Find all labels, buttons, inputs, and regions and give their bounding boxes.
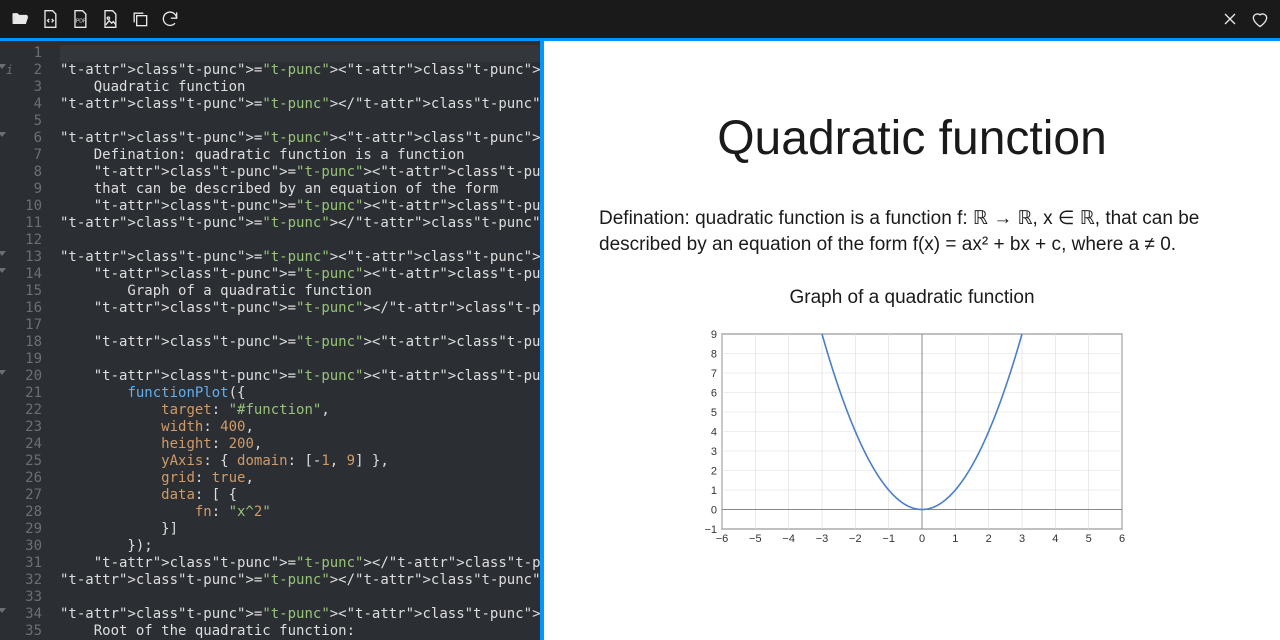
def-end: . xyxy=(1171,234,1176,255)
svg-text:PDF: PDF xyxy=(76,18,86,24)
def-prefix: Defination: quadratic function is a func… xyxy=(599,208,957,229)
function-plot: −6 −5 −4 −3 −2 −1 0 1 2 3 4 5 6 −1 0 1 2 3 4 5 6 7 8 9 xyxy=(692,329,1132,549)
svg-text:−1: −1 xyxy=(882,533,895,545)
svg-text:5: 5 xyxy=(711,407,717,419)
refresh-icon[interactable] xyxy=(160,9,180,29)
svg-text:9: 9 xyxy=(711,329,717,341)
code-file-icon[interactable] xyxy=(40,9,60,29)
svg-text:0: 0 xyxy=(919,533,925,545)
heart-icon[interactable] xyxy=(1250,9,1270,29)
svg-text:6: 6 xyxy=(1119,533,1125,545)
toolbar: PDF xyxy=(0,0,1280,38)
svg-text:−2: −2 xyxy=(849,533,862,545)
def-mid2: , where xyxy=(1061,234,1129,255)
svg-text:2: 2 xyxy=(986,533,992,545)
open-folder-icon[interactable] xyxy=(10,9,30,29)
plot-container: −6 −5 −4 −3 −2 −1 0 1 2 3 4 5 6 −1 0 1 2 3 4 5 6 7 8 9 xyxy=(599,329,1225,549)
svg-text:1: 1 xyxy=(952,533,958,545)
image-file-icon[interactable] xyxy=(100,9,120,29)
toolbar-right xyxy=(1220,9,1270,29)
definition-text: Defination: quadratic function is a func… xyxy=(599,206,1225,257)
code-editor[interactable]: i 12345678910111213141516171819202122232… xyxy=(0,41,540,640)
svg-text:7: 7 xyxy=(711,368,717,380)
page-title: Quadratic function xyxy=(599,111,1225,166)
tools-icon[interactable] xyxy=(1220,9,1240,29)
svg-text:6: 6 xyxy=(711,388,717,400)
svg-text:4: 4 xyxy=(711,427,717,439)
svg-text:0: 0 xyxy=(711,505,717,517)
def-bold-1: f: ℝ → ℝ, x ∈ ℝ xyxy=(957,208,1095,229)
def-bold-2: f(x) = ax² + bx + c xyxy=(913,234,1061,255)
svg-text:5: 5 xyxy=(1086,533,1092,545)
main: i 12345678910111213141516171819202122232… xyxy=(0,41,1280,640)
def-bold-3: a ≠ 0 xyxy=(1129,234,1171,255)
plot-caption: Graph of a quadratic function xyxy=(599,287,1225,309)
svg-text:3: 3 xyxy=(711,446,717,458)
svg-text:−1: −1 xyxy=(704,524,717,536)
svg-text:3: 3 xyxy=(1019,533,1025,545)
copy-icon[interactable] xyxy=(130,9,150,29)
code-content[interactable]: "t-attr">class"t-punc">="t-punc"><"t-att… xyxy=(48,41,540,640)
svg-text:−4: −4 xyxy=(782,533,795,545)
preview-pane: Quadratic function Defination: quadratic… xyxy=(544,41,1280,640)
svg-text:2: 2 xyxy=(711,466,717,478)
svg-text:1: 1 xyxy=(711,485,717,497)
line-number-gutter: 1234567891011121314151617181920212223242… xyxy=(0,41,48,640)
svg-text:−3: −3 xyxy=(816,533,829,545)
svg-text:−6: −6 xyxy=(716,533,729,545)
svg-text:8: 8 xyxy=(711,349,717,361)
toolbar-left: PDF xyxy=(10,9,180,29)
svg-text:−5: −5 xyxy=(749,533,762,545)
pdf-file-icon[interactable]: PDF xyxy=(70,9,90,29)
svg-text:4: 4 xyxy=(1052,533,1058,545)
